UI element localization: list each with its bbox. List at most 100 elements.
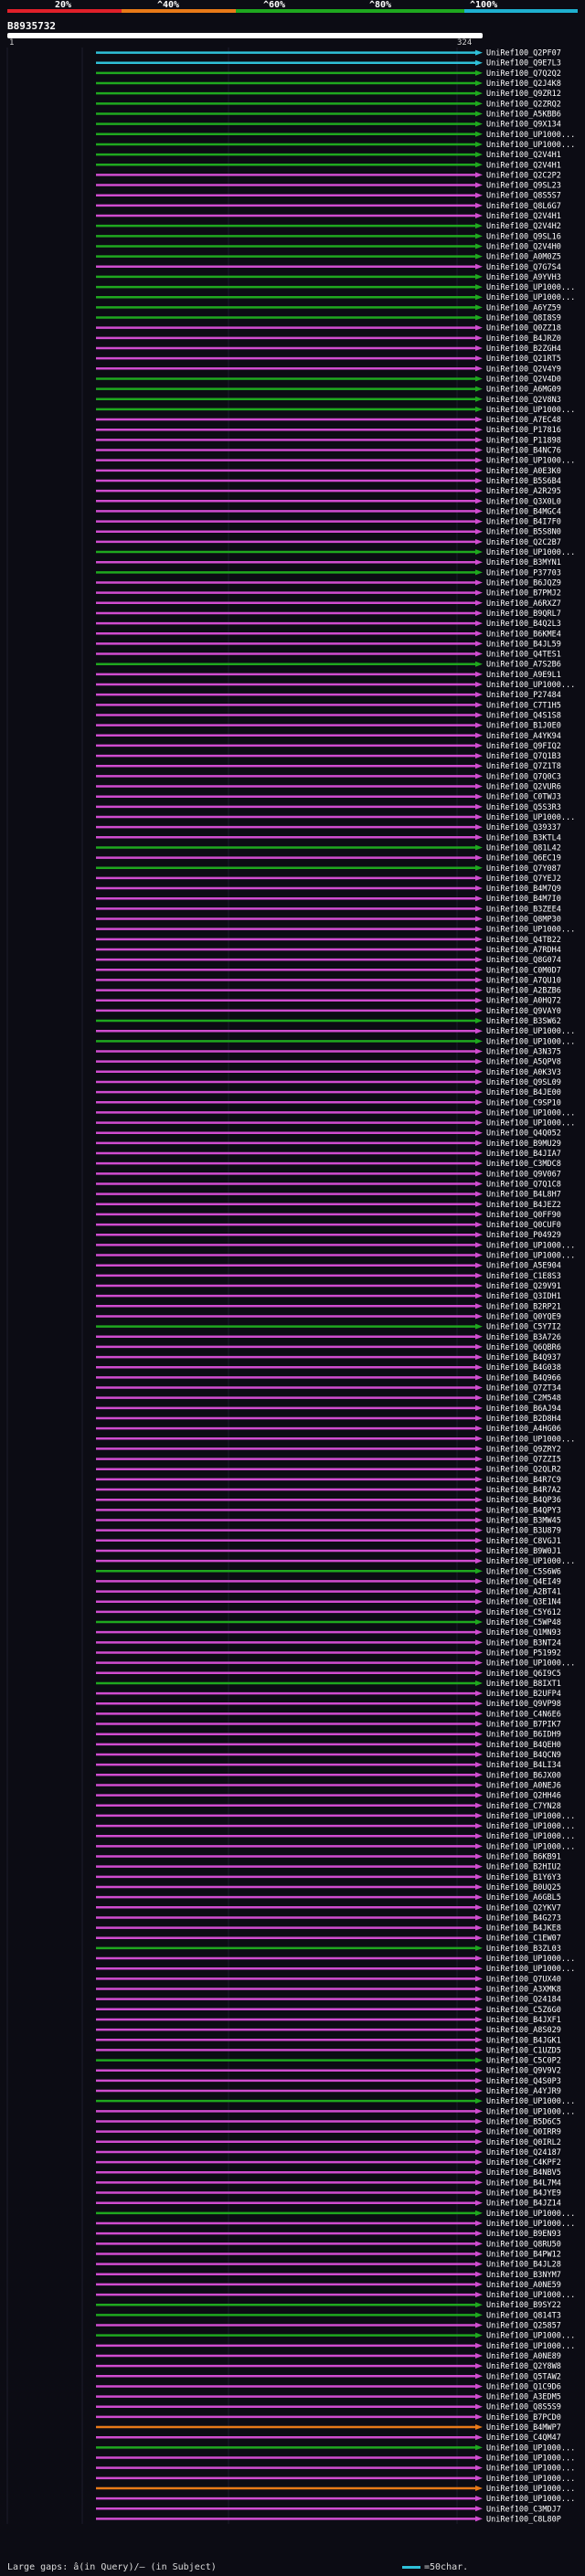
- hit-end-arrow: [475, 518, 483, 525]
- hit-row: UniRef100_Q2QLR2: [96, 1466, 561, 1475]
- hit-row: UniRef100_B4L8H7: [96, 1191, 561, 1200]
- hit-label: UniRef100_Q9SL16: [486, 232, 561, 241]
- hit-end-arrow: [475, 2047, 483, 2053]
- hit-row: UniRef100_UP1000...: [96, 2220, 575, 2229]
- hit-label: UniRef100_A8S029: [486, 2026, 561, 2035]
- hit-label: UniRef100_UP1000...: [486, 1119, 575, 1129]
- hit-label: UniRef100_Q2J4K8: [486, 80, 561, 89]
- hit-row: UniRef100_C0TWJ3: [96, 793, 561, 802]
- hit-end-arrow: [475, 386, 483, 392]
- hit-label: UniRef100_P37703: [486, 568, 561, 578]
- hit-label: UniRef100_B3NT24: [486, 1638, 561, 1648]
- hit-label: UniRef100_Q2V4D0: [486, 375, 561, 384]
- hit-end-arrow: [475, 936, 483, 942]
- hit-end-arrow: [475, 1894, 483, 1901]
- hit-row: UniRef100_C7T1H5: [96, 701, 561, 710]
- hit-row: UniRef100_A3XMK8: [96, 1986, 561, 1995]
- hit-end-arrow: [475, 2037, 483, 2043]
- hit-label: UniRef100_UP1000...: [486, 2332, 575, 2341]
- hit-row: UniRef100_Q4S0P3: [96, 2077, 561, 2086]
- hit-row: UniRef100_UP1000...: [96, 681, 575, 690]
- hit-end-arrow: [475, 1007, 483, 1013]
- hit-label: UniRef100_Q4TES1: [486, 651, 561, 660]
- hit-end-arrow: [475, 875, 483, 881]
- hit-label: UniRef100_C3MDC8: [486, 1160, 561, 1169]
- hit-row: UniRef100_P11898: [96, 436, 561, 445]
- hit-end-arrow: [475, 2200, 483, 2206]
- hit-end-arrow: [475, 1405, 483, 1411]
- hit-label: UniRef100_Q24187: [486, 2148, 561, 2157]
- hit-label: UniRef100_UP1000...: [486, 1965, 575, 1974]
- hit-row: UniRef100_UP1000...: [96, 2332, 575, 2341]
- hit-label: UniRef100_UP1000...: [486, 1252, 575, 1261]
- hit-row: UniRef100_B4M7Q9: [96, 885, 561, 894]
- hit-row: UniRef100_Q81L42: [96, 843, 561, 853]
- hit-label: UniRef100_C3MDJ7: [486, 2505, 561, 2514]
- hit-label: UniRef100_Q0IRL2: [486, 2138, 561, 2147]
- hit-label: UniRef100_A3XMK8: [486, 1986, 561, 1995]
- hit-label: UniRef100_C7YN28: [486, 1802, 561, 1811]
- hit-label: UniRef100_Q81L42: [486, 843, 561, 853]
- hit-end-arrow: [475, 1323, 483, 1330]
- hit-row: UniRef100_B4NC76: [96, 447, 561, 456]
- hit-end-arrow: [475, 1670, 483, 1676]
- hit-end-arrow: [475, 427, 483, 433]
- hit-end-arrow: [475, 1211, 483, 1217]
- hit-label: UniRef100_A2BT41: [486, 1588, 561, 1597]
- hit-end-arrow: [475, 1426, 483, 1432]
- hit-end-arrow: [475, 661, 483, 667]
- hit-row: UniRef100_UP1000...: [96, 2097, 575, 2106]
- hit-row: UniRef100_B3NYM7: [96, 2271, 561, 2280]
- hit-row: UniRef100_A9E9L1: [96, 671, 561, 680]
- hit-end-arrow: [475, 233, 483, 239]
- hit-end-arrow: [475, 569, 483, 576]
- hit-row: UniRef100_B4M7I0: [96, 895, 561, 904]
- hit-end-arrow: [475, 538, 483, 545]
- hit-label: UniRef100_C4KPF2: [486, 2158, 561, 2168]
- hit-row: UniRef100_Q8G074: [96, 956, 561, 965]
- hit-label: UniRef100_UP1000...: [486, 548, 575, 557]
- hit-label: UniRef100_Q5S3R3: [486, 803, 561, 812]
- hit-row: UniRef100_C8L80P: [96, 2515, 561, 2524]
- hit-label: UniRef100_Q2V4H1: [486, 151, 561, 160]
- query-end: 324: [457, 38, 473, 48]
- hit-label: UniRef100_B4NBV5: [486, 2168, 561, 2178]
- hit-label: UniRef100_UP1000...: [486, 1435, 575, 1444]
- hit-row: UniRef100_A0NE59: [96, 2281, 561, 2290]
- hit-label: UniRef100_Q2V8N3: [486, 396, 561, 405]
- hit-end-arrow: [475, 355, 483, 362]
- hit-row: UniRef100_Q1C9D6: [96, 2382, 561, 2391]
- hit-row: UniRef100_B4G273: [96, 1913, 561, 1923]
- hit-label: UniRef100_Q7Q0C3: [486, 772, 561, 781]
- hit-label: UniRef100_UP1000...: [486, 1832, 575, 1841]
- hit-row: UniRef100_C3MDJ7: [96, 2505, 561, 2514]
- hit-row: UniRef100_Q7Y087: [96, 864, 561, 874]
- hit-label: UniRef100_Q4EI49: [486, 1577, 561, 1586]
- hit-label: UniRef100_Q0YQE9: [486, 1312, 561, 1321]
- hit-label: UniRef100_UP1000...: [486, 2465, 575, 2474]
- hit-end-arrow: [475, 864, 483, 871]
- hit-row: UniRef100_UP1000...: [96, 457, 575, 466]
- hit-end-arrow: [475, 2241, 483, 2247]
- hit-label: UniRef100_Q7Q1C8: [486, 1180, 561, 1189]
- hit-label: UniRef100_B4QEH0: [486, 1741, 561, 1750]
- hit-end-arrow: [475, 896, 483, 902]
- hit-label: UniRef100_Q814T3: [486, 2311, 561, 2320]
- hit-row: UniRef100_A7QU10: [96, 976, 561, 985]
- hit-end-arrow: [475, 1629, 483, 1636]
- hit-row: UniRef100_B9SY22: [96, 2301, 561, 2310]
- hit-label: UniRef100_Q25857: [486, 2322, 561, 2331]
- hit-row: UniRef100_B3MYN1: [96, 558, 561, 567]
- hit-row: UniRef100_UP1000...: [96, 1955, 575, 1964]
- hit-label: UniRef100_C5C0P2: [486, 2057, 561, 2066]
- hit-end-arrow: [475, 579, 483, 586]
- hit-label: UniRef100_A5QPV8: [486, 1058, 561, 1067]
- hit-end-arrow: [475, 1711, 483, 1717]
- hit-end-arrow: [475, 957, 483, 963]
- hit-end-arrow: [475, 2332, 483, 2338]
- hit-end-arrow: [475, 1446, 483, 1452]
- hit-row: UniRef100_A4YK94: [96, 732, 561, 741]
- hit-end-arrow: [475, 803, 483, 810]
- hit-label: UniRef100_B3KTL4: [486, 833, 561, 843]
- hit-row: UniRef100_B4L7M4: [96, 2178, 561, 2188]
